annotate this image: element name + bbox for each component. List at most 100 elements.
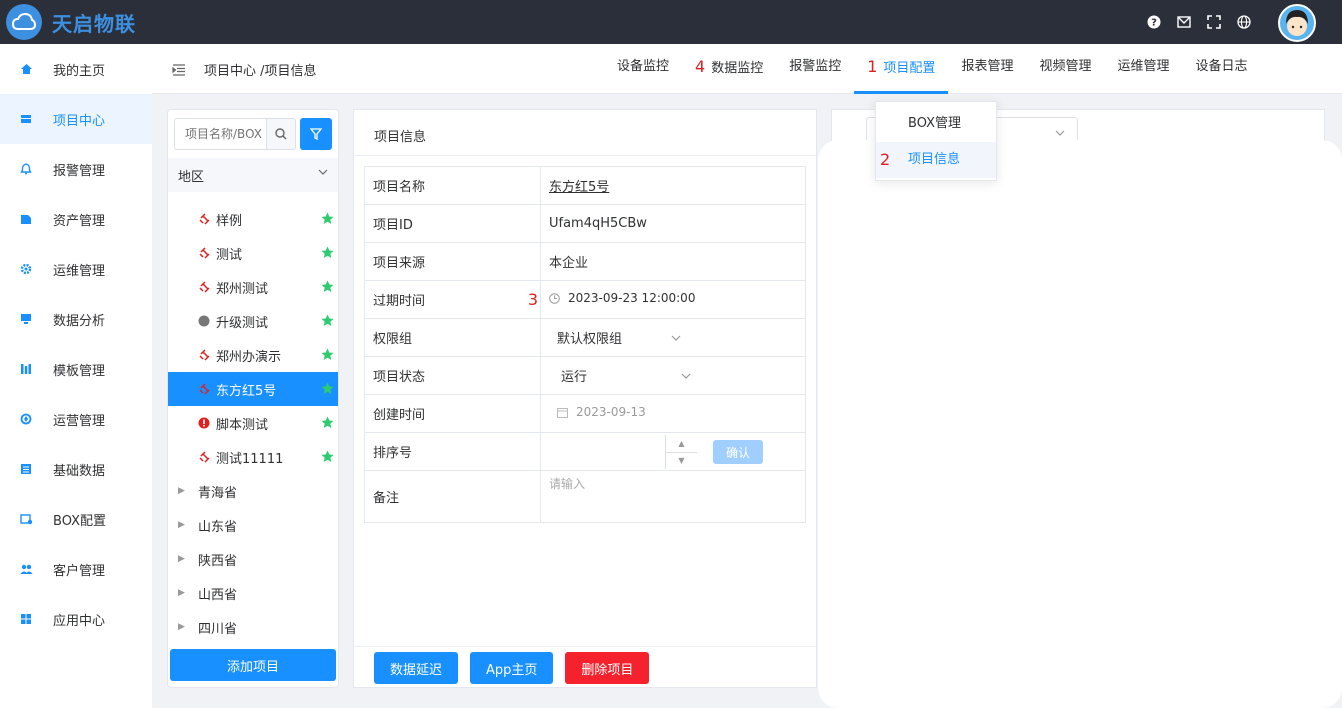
app-home-button[interactable]: App主页 bbox=[470, 652, 554, 684]
region-header[interactable]: 地区 bbox=[168, 158, 338, 192]
stepper-down-icon[interactable]: ▼ bbox=[666, 453, 697, 470]
data-delay-button[interactable]: 数据延迟 bbox=[374, 652, 459, 684]
tree-project-item[interactable]: 东方红5号 bbox=[168, 372, 338, 406]
permission-group-select[interactable]: 默认权限组 bbox=[549, 324, 689, 352]
users-icon bbox=[19, 562, 33, 576]
dropdown-item[interactable]: 2 项目信息 bbox=[876, 142, 996, 178]
id-label: 项目ID bbox=[364, 204, 541, 243]
sidebar-item[interactable]: 基础数据 bbox=[0, 444, 152, 494]
tree-province-item[interactable]: ▶ 山西省 bbox=[168, 576, 338, 610]
top-menu-item[interactable]: 1 项目配置 bbox=[854, 44, 949, 94]
tree-project-item[interactable]: 样例 bbox=[168, 202, 338, 236]
tree-project-item[interactable]: 郑州测试 bbox=[168, 270, 338, 304]
clock-icon bbox=[549, 292, 560, 304]
stepper-up-icon[interactable]: ▲ bbox=[666, 435, 697, 453]
tree-project-label: 升级测试 bbox=[216, 315, 269, 331]
tree-province-item[interactable]: ▶ 山东省 bbox=[168, 508, 338, 542]
top-menu-item[interactable]: 4 数据监控 bbox=[682, 44, 776, 94]
breadcrumb: 项目中心 /项目信息 bbox=[204, 64, 317, 79]
asset-icon bbox=[19, 212, 33, 226]
dropdown-item[interactable]: BOX管理 bbox=[876, 106, 996, 142]
tree-project-item[interactable]: 测试 bbox=[168, 236, 338, 270]
sidebar-item[interactable]: 项目中心 bbox=[0, 94, 152, 144]
star-icon[interactable] bbox=[321, 348, 334, 365]
top-menu-item[interactable]: 设备监控 bbox=[604, 44, 682, 94]
project-config-dropdown: BOX管理 2 项目信息 bbox=[875, 101, 997, 181]
monitor-icon bbox=[19, 312, 33, 326]
offline-link-icon bbox=[198, 213, 210, 225]
tree-province-label: 山西省 bbox=[198, 587, 238, 603]
sidebar-item[interactable]: BOX配置 bbox=[0, 494, 152, 544]
search-button[interactable] bbox=[266, 118, 296, 150]
tree-project-item[interactable]: 脚本测试 bbox=[168, 406, 338, 440]
top-bar: 天启物联 ? bbox=[0, 0, 1342, 44]
tree-project-item[interactable]: 升级测试 bbox=[168, 304, 338, 338]
add-project-button[interactable]: 添加项目 bbox=[170, 649, 336, 681]
confirm-button[interactable]: 确认 bbox=[713, 440, 763, 464]
expire-date-picker[interactable]: 2023-09-23 12:00:00 bbox=[549, 291, 695, 305]
top-menu-item[interactable]: 设备日志 bbox=[1182, 44, 1260, 94]
region-label: 地区 bbox=[178, 169, 205, 185]
source-label: 项目来源 bbox=[364, 242, 541, 281]
created-label: 创建时间 bbox=[364, 394, 541, 433]
help-icon[interactable]: ? bbox=[1146, 14, 1162, 30]
group-label: 权限组 bbox=[364, 318, 541, 357]
star-icon[interactable] bbox=[321, 382, 334, 399]
star-icon[interactable] bbox=[321, 246, 334, 263]
delete-project-button[interactable]: 删除项目 bbox=[565, 652, 650, 684]
remark-label: 备注 bbox=[364, 470, 541, 523]
chevron-down-icon bbox=[318, 169, 328, 175]
tree-project-item[interactable]: 郑州办演示 bbox=[168, 338, 338, 372]
annotation-number: 4 bbox=[695, 57, 706, 76]
star-icon[interactable] bbox=[321, 416, 334, 433]
search-icon bbox=[275, 128, 287, 140]
tree-project-label: 测试 bbox=[216, 247, 243, 263]
brand-logo[interactable]: 天启物联 bbox=[6, 4, 136, 40]
tree-project-item[interactable]: 测试11111 bbox=[168, 440, 338, 474]
project-tree-list: 样例测试郑州测试升级测试郑州办演示东方红5号脚本测试 测试11111 ▶ 青海省 ▶ 山东… bbox=[168, 202, 338, 644]
offline-link-icon bbox=[198, 349, 210, 361]
sort-stepper[interactable]: ▲ ▼ bbox=[665, 435, 697, 469]
top-menu-item[interactable]: 报表管理 bbox=[948, 44, 1026, 94]
tree-province-item[interactable]: ▶ 四川省 bbox=[168, 610, 338, 644]
top-menu-item[interactable]: 报警监控 bbox=[776, 44, 854, 94]
project-id-value: Ufam4qH5CBw bbox=[540, 204, 806, 243]
sidebar-item[interactable]: 数据分析 bbox=[0, 294, 152, 344]
filter-icon bbox=[310, 128, 322, 140]
tree-province-item[interactable]: ▶ 青海省 bbox=[168, 474, 338, 508]
chevron-down-icon bbox=[671, 335, 681, 341]
star-icon[interactable] bbox=[321, 450, 334, 467]
sidebar-item[interactable]: 模板管理 bbox=[0, 344, 152, 394]
language-globe-icon[interactable] bbox=[1236, 14, 1252, 30]
expire-label: 过期时间 bbox=[373, 294, 426, 309]
sidebar-item[interactable]: 我的主页 bbox=[0, 44, 152, 94]
sidebar-item[interactable]: 资产管理 bbox=[0, 194, 152, 244]
sidebar: 我的主页 项目中心 报警管理 资产管理 运维管理 数据分析 模板管理 运营管理 基础数据 BOX配… bbox=[0, 44, 152, 708]
user-avatar[interactable] bbox=[1278, 4, 1316, 42]
sidebar-item[interactable]: 运维管理 bbox=[0, 244, 152, 294]
star-icon[interactable] bbox=[321, 314, 334, 331]
sidebar-item[interactable]: 运营管理 bbox=[0, 394, 152, 444]
remark-placeholder: 请输入 bbox=[549, 477, 586, 491]
sort-number-input[interactable]: ▲ ▼ 确认 bbox=[540, 432, 806, 471]
star-icon[interactable] bbox=[321, 280, 334, 297]
sidebar-item[interactable]: 报警管理 bbox=[0, 144, 152, 194]
sidebar-item[interactable]: 客户管理 bbox=[0, 544, 152, 594]
project-search-input[interactable] bbox=[174, 118, 266, 150]
remark-textarea[interactable]: 请输入 bbox=[540, 470, 806, 523]
project-status-select[interactable]: 运行 bbox=[549, 362, 699, 390]
fullscreen-icon[interactable] bbox=[1206, 14, 1222, 30]
project-name-link[interactable]: 东方红5号 bbox=[549, 180, 609, 195]
top-menu: 设备监控 4 数据监控 报警监控 1 项目配置 报表管理 视频管理 运维管理 设备日志 bbox=[604, 44, 1261, 94]
caret-right-icon: ▶ bbox=[178, 520, 185, 530]
sidebar-item[interactable]: 应用中心 bbox=[0, 594, 152, 644]
menu-fold-icon[interactable] bbox=[172, 63, 186, 76]
filter-button[interactable] bbox=[300, 118, 332, 150]
caret-right-icon: ▶ bbox=[178, 554, 185, 564]
star-icon[interactable] bbox=[321, 212, 334, 229]
tree-project-label: 东方红5号 bbox=[216, 383, 277, 399]
top-menu-item[interactable]: 运维管理 bbox=[1104, 44, 1182, 94]
top-menu-item[interactable]: 视频管理 bbox=[1026, 44, 1104, 94]
tree-province-item[interactable]: ▶ 陕西省 bbox=[168, 542, 338, 576]
mail-icon[interactable] bbox=[1176, 14, 1192, 30]
